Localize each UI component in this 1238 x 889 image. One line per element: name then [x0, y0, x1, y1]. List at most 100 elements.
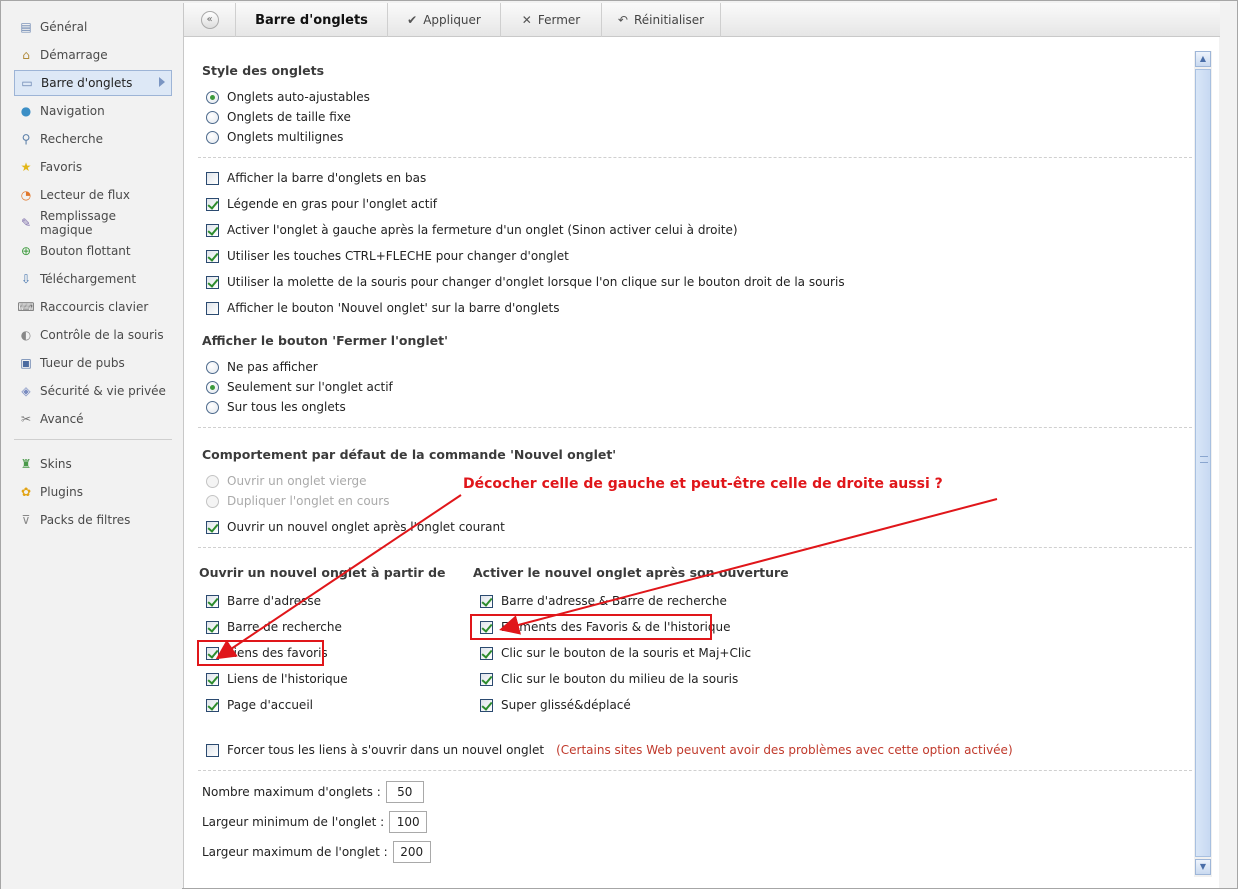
radio-button[interactable] — [206, 400, 219, 414]
checkbox[interactable] — [206, 520, 219, 534]
radio-close-button-2[interactable]: Sur tous les onglets — [206, 398, 346, 416]
max-width-row: Largeur maximum de l'onglet : — [202, 841, 431, 863]
radio-button[interactable] — [206, 90, 219, 104]
radio-tab-style-2[interactable]: Onglets multilignes — [206, 128, 343, 146]
ad-blocker-icon: ▣ — [20, 356, 32, 370]
back-button[interactable]: « — [184, 3, 236, 37]
sidebar-item-packs-de-filtres[interactable]: ⊽ Packs de filtres — [14, 507, 172, 533]
checkbox-open-from-1[interactable]: Barre de recherche — [206, 618, 342, 636]
option-label: Barre de recherche — [227, 620, 342, 634]
annotation-text: Décocher celle de gauche et peut-être ce… — [463, 476, 943, 492]
sidebar: ▤ Général ⌂ Démarrage ▭ Barre d'onglets ● Navig… — [1, 1, 182, 889]
sidebar-item-securite-vie-privee[interactable]: ◈ Sécurité & vie privée — [14, 378, 172, 404]
checkbox-open-from-2[interactable]: Liens des favoris — [206, 644, 328, 662]
radio-button[interactable] — [206, 130, 219, 144]
checkbox[interactable] — [480, 620, 493, 634]
sidebar-item-raccourcis-clavier[interactable]: ⌨ Raccourcis clavier — [14, 294, 172, 320]
checkbox[interactable] — [206, 698, 219, 712]
sidebar-item-remplissage-magique[interactable]: ✎ Remplissage magique — [14, 209, 172, 237]
option-label: Eléments des Favoris & de l'historique — [501, 620, 731, 634]
scroll-thumb[interactable] — [1195, 69, 1211, 857]
checkbox-general-0[interactable]: Afficher la barre d'onglets en bas — [206, 169, 426, 187]
magnifier-icon: ⚲ — [21, 132, 31, 146]
sidebar-item-telechargement[interactable]: ⇩ Téléchargement — [14, 266, 172, 292]
vertical-scrollbar[interactable]: ▲ ▼ — [1194, 51, 1212, 877]
sidebar-item-favoris[interactable]: ★ Favoris — [14, 154, 172, 180]
sidebar-item-barre-d-onglets[interactable]: ▭ Barre d'onglets — [14, 70, 172, 96]
radio-button[interactable] — [206, 380, 219, 394]
radio-button — [206, 474, 219, 488]
checkbox-force-new-tab[interactable]: Forcer tous les liens à s'ouvrir dans un… — [206, 741, 1013, 759]
scroll-up-icon[interactable]: ▲ — [1195, 51, 1211, 67]
radio-button[interactable] — [206, 110, 219, 124]
checkbox[interactable] — [480, 594, 493, 608]
checkbox[interactable] — [206, 171, 219, 185]
panel-title-label: Barre d'onglets — [255, 12, 368, 28]
checkbox-open-from-4[interactable]: Page d'accueil — [206, 696, 313, 714]
checkbox-general-1[interactable]: Légende en gras pour l'onglet actif — [206, 195, 437, 213]
checkbox[interactable] — [206, 197, 219, 211]
sidebar-item-demarrage[interactable]: ⌂ Démarrage — [14, 42, 172, 68]
checkbox[interactable] — [480, 672, 493, 686]
sidebar-item-avance[interactable]: ✂ Avancé — [14, 406, 172, 432]
checkbox-activate-after-2[interactable]: Clic sur le bouton de la souris et Maj+C… — [480, 644, 751, 662]
checkbox-activate-after-1[interactable]: Eléments des Favoris & de l'historique — [480, 618, 730, 636]
sidebar-item-tueur-de-pubs[interactable]: ▣ Tueur de pubs — [14, 350, 172, 376]
sidebar-item-recherche[interactable]: ⚲ Recherche — [14, 126, 172, 152]
checkbox[interactable] — [206, 223, 219, 237]
option-label: Seulement sur l'onglet actif — [227, 380, 393, 394]
sidebar-item-plugins[interactable]: ✿ Plugins — [14, 479, 172, 505]
max-width-input[interactable] — [392, 841, 431, 863]
chevron-right-icon — [159, 77, 165, 87]
checkbox[interactable] — [480, 646, 493, 660]
apply-button[interactable]: ✔ Appliquer — [388, 3, 501, 37]
checkbox-activate-after-4[interactable]: Super glissé&déplacé — [480, 696, 631, 714]
checkbox[interactable] — [206, 301, 219, 315]
checkbox[interactable] — [206, 646, 219, 660]
radio-tab-style-0[interactable]: Onglets auto-ajustables — [206, 88, 370, 106]
sidebar-item-lecteur-de-flux[interactable]: ◔ Lecteur de flux — [14, 182, 172, 208]
section-divider — [198, 427, 1192, 428]
option-label: Super glissé&déplacé — [501, 698, 631, 712]
scroll-down-icon[interactable]: ▼ — [1195, 859, 1211, 875]
checkbox[interactable] — [206, 672, 219, 686]
sidebar-item-navigation[interactable]: ● Navigation — [14, 98, 172, 124]
checkbox-activate-after-3[interactable]: Clic sur le bouton du milieu de la souri… — [480, 670, 738, 688]
checkbox[interactable] — [206, 620, 219, 634]
checkbox-open-from-3[interactable]: Liens de l'historique — [206, 670, 348, 688]
checkbox-general-4[interactable]: Utiliser la molette de la souris pour ch… — [206, 273, 845, 291]
checkbox-general-2[interactable]: Activer l'onglet à gauche après la ferme… — [206, 221, 738, 239]
apply-label: Appliquer — [423, 13, 481, 27]
warning-text: (Certains sites Web peuvent avoir des pr… — [556, 743, 1013, 757]
checkbox-activate-after-0[interactable]: Barre d'adresse & Barre de recherche — [480, 592, 727, 610]
radio-close-button-0[interactable]: Ne pas afficher — [206, 358, 318, 376]
min-width-input[interactable] — [389, 811, 428, 833]
sidebar-item-skins[interactable]: ♜ Skins — [14, 451, 172, 477]
radio-tab-style-1[interactable]: Onglets de taille fixe — [206, 108, 351, 126]
radio-button[interactable] — [206, 360, 219, 374]
max-tabs-input[interactable] — [385, 781, 424, 803]
shirt-icon: ♜ — [20, 457, 32, 471]
reset-button[interactable]: ↶ Réinitialiser — [602, 3, 721, 37]
option-label: Barre d'adresse & Barre de recherche — [501, 594, 727, 608]
close-icon: ✕ — [521, 13, 532, 27]
sidebar-item-bouton-flottant[interactable]: ⊕ Bouton flottant — [14, 238, 172, 264]
section-divider — [198, 547, 1192, 548]
general-page-icon: ▤ — [20, 20, 32, 34]
close-button[interactable]: ✕ Fermer — [501, 3, 602, 37]
sidebar-item-controle-de-la-souris[interactable]: ◐ Contrôle de la souris — [14, 322, 172, 348]
checkbox-general-5[interactable]: Afficher le bouton 'Nouvel onglet' sur l… — [206, 299, 559, 317]
checkbox-open-after-current[interactable]: Ouvrir un nouvel onglet après l'onglet c… — [206, 518, 505, 536]
checkbox[interactable] — [480, 698, 493, 712]
checkbox-open-from-0[interactable]: Barre d'adresse — [206, 592, 321, 610]
sidebar-item-general[interactable]: ▤ Général — [14, 14, 172, 40]
checkbox[interactable] — [206, 275, 219, 289]
checkbox[interactable] — [206, 249, 219, 263]
checkbox[interactable] — [206, 743, 219, 757]
star-icon: ★ — [20, 160, 32, 174]
sidebar-item-label: Plugins — [40, 485, 83, 499]
checkbox[interactable] — [206, 594, 219, 608]
checkbox-general-3[interactable]: Utiliser les touches CTRL+FLECHE pour ch… — [206, 247, 569, 265]
radio-close-button-1[interactable]: Seulement sur l'onglet actif — [206, 378, 393, 396]
max-tabs-row: Nombre maximum d'onglets : — [202, 781, 424, 803]
